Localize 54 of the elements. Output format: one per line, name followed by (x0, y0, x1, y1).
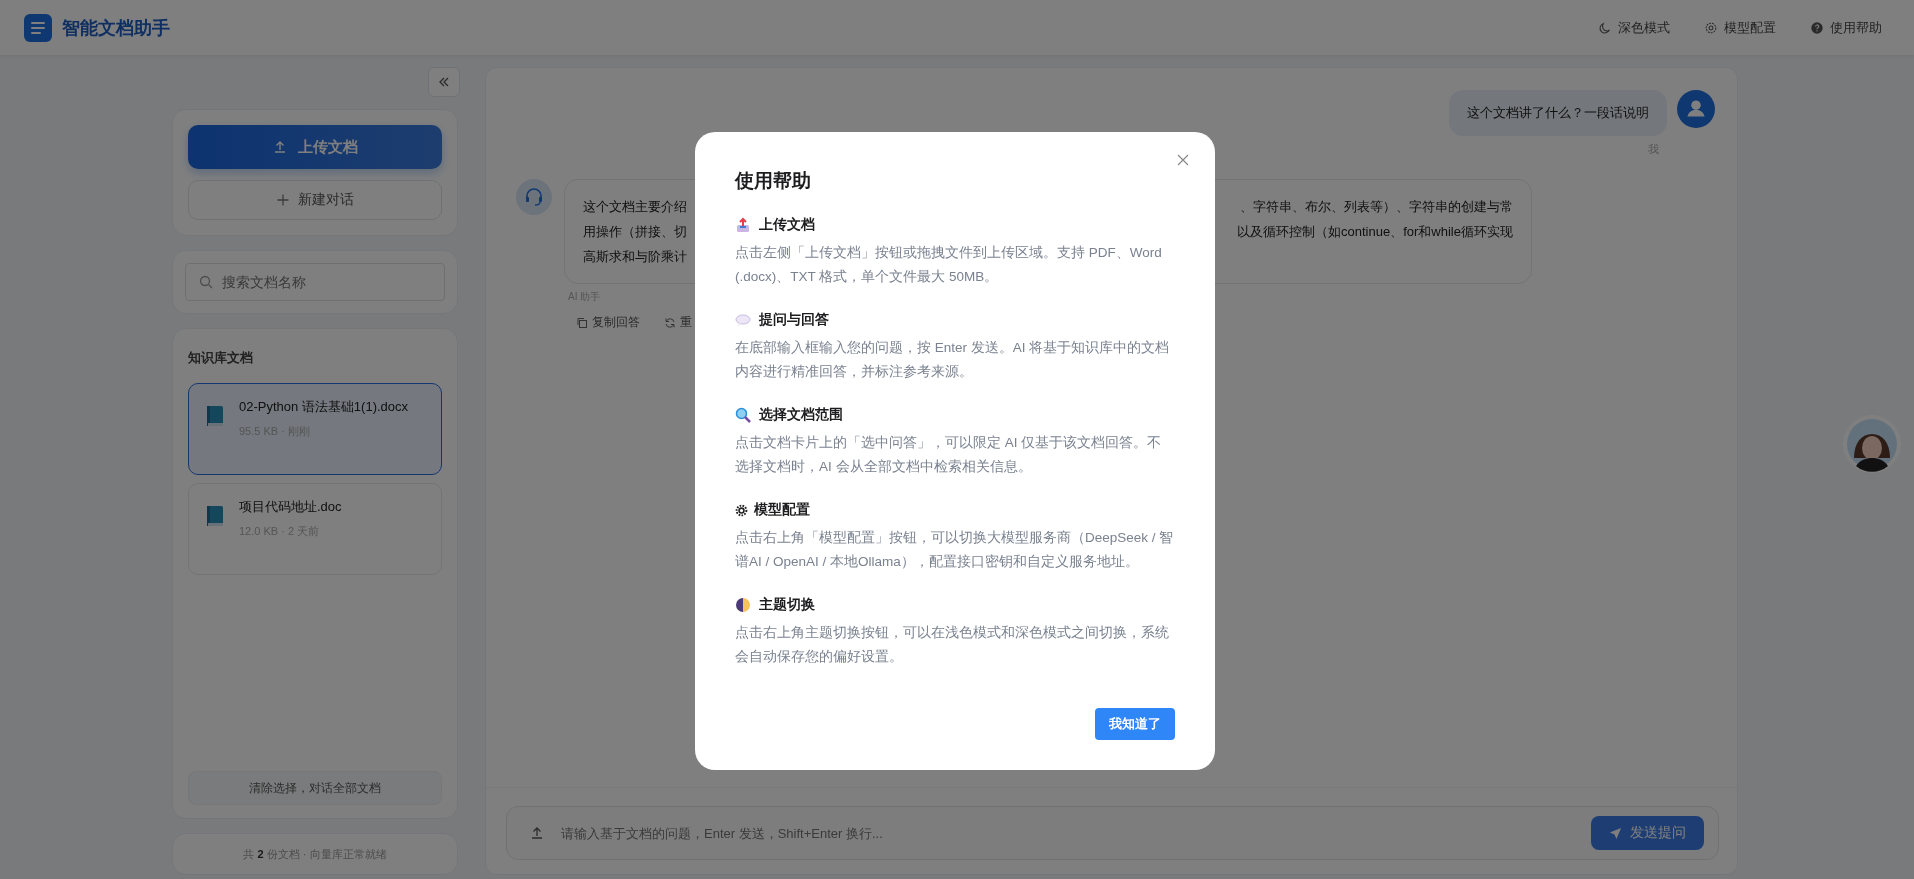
message-text: 高斯求和与阶乘计 (583, 248, 687, 266)
theme-toggle-button[interactable]: 深色模式 (1596, 14, 1672, 41)
refresh-icon (664, 316, 676, 329)
section-text: 点击右上角主题切换按钮，可以在浅色模式和深色模式之间切换，系统会自动保存您的偏好设置。 (735, 624, 1170, 666)
app-title: 智能文档助手 (62, 16, 170, 40)
message-text: 以及循环控制（如continue、for和while循环实现 (1237, 223, 1513, 241)
upload-icon (272, 139, 288, 155)
magnifier-icon (735, 407, 751, 423)
message-text: 这个文档主要介绍 (583, 198, 687, 216)
copy-icon (576, 316, 588, 329)
upload-button[interactable]: 上传文档 (188, 125, 442, 169)
clear-selection-button[interactable]: 清除选择，对话全部文档 (188, 771, 442, 805)
section-text: 点击左侧「上传文档」按钮或拖拽文件到上传区域。支持 PDF、Word (.docx)、TXT 格式，单个文件最大 50MB。 (735, 244, 1163, 286)
regenerate-button[interactable]: 重 (664, 314, 692, 331)
search-field[interactable]: 搜索文档名称 (185, 263, 445, 301)
section-heading: 选择文档范围 (759, 406, 843, 424)
message-text: 、字符串、布尔、列表等）、字符串的创建与常 (1240, 198, 1513, 216)
menu-logo-icon (24, 13, 52, 42)
assistant-avatar-icon[interactable] (1842, 414, 1902, 474)
section-heading: 模型配置 (754, 501, 810, 519)
help-button[interactable]: 使用帮助 (1808, 14, 1884, 41)
send-button[interactable]: 发送提问 (1591, 816, 1704, 850)
book-icon (205, 504, 225, 528)
document-name: 02-Python 语法基础1(1).docx (239, 398, 409, 416)
paper-plane-icon (1609, 826, 1622, 840)
user-avatar-icon (1677, 90, 1715, 128)
section-heading: 上传文档 (759, 216, 815, 234)
gear-icon (735, 503, 748, 517)
book-icon (205, 404, 225, 428)
section-text: 在底部输入框输入您的问题，按 Enter 发送。AI 将基于知识库中的文档内容进行精准回答，并标注参考来源。 (735, 339, 1171, 381)
double-chevron-icon (437, 75, 451, 89)
section-heading: 主题切换 (759, 596, 815, 614)
moon-icon (1598, 20, 1612, 35)
message-text: 用操作（拼接、切 (583, 223, 687, 241)
new-chat-button[interactable]: 新建对话 (188, 180, 442, 220)
plus-icon (276, 193, 290, 207)
document-name: 项目代码地址.doc (239, 498, 342, 516)
settings-button[interactable]: 模型配置 (1702, 14, 1778, 41)
confirm-button[interactable]: 我知道了 (1095, 708, 1175, 740)
half-moon-icon (735, 597, 751, 613)
gear-icon (1704, 20, 1718, 35)
section-heading: 提问与回答 (759, 311, 829, 329)
question-input[interactable]: 请输入基于文档的问题，Enter 发送，Shift+Enter 换行... (559, 824, 1577, 842)
headset-icon (516, 179, 552, 215)
section-title: 知识库文档 (188, 349, 254, 367)
section-text: 点击文档卡片上的「选中问答」，可以限定 AI 仅基于该文档回答。不选择文档时，AI 会从全部文档中检索相关信息。 (735, 434, 1163, 476)
speech-bubble-icon (735, 312, 751, 328)
inbox-upload-icon (735, 217, 751, 233)
help-icon (1810, 20, 1824, 35)
dialog-title: 使用帮助 (735, 169, 812, 193)
copy-button[interactable]: 复制回答 (576, 314, 640, 331)
section-text: 点击右上角「模型配置」按钮，可以切换大模型服务商（DeepSeek / 智谱AI / OpenAI / 本地Ollama），配置接口密钥和自定义服务地址。 (735, 529, 1175, 571)
question-field[interactable]: 请输入基于文档的问题，Enter 发送，Shift+Enter 换行... 发送提问 (506, 806, 1719, 860)
upload-icon[interactable] (529, 825, 545, 841)
